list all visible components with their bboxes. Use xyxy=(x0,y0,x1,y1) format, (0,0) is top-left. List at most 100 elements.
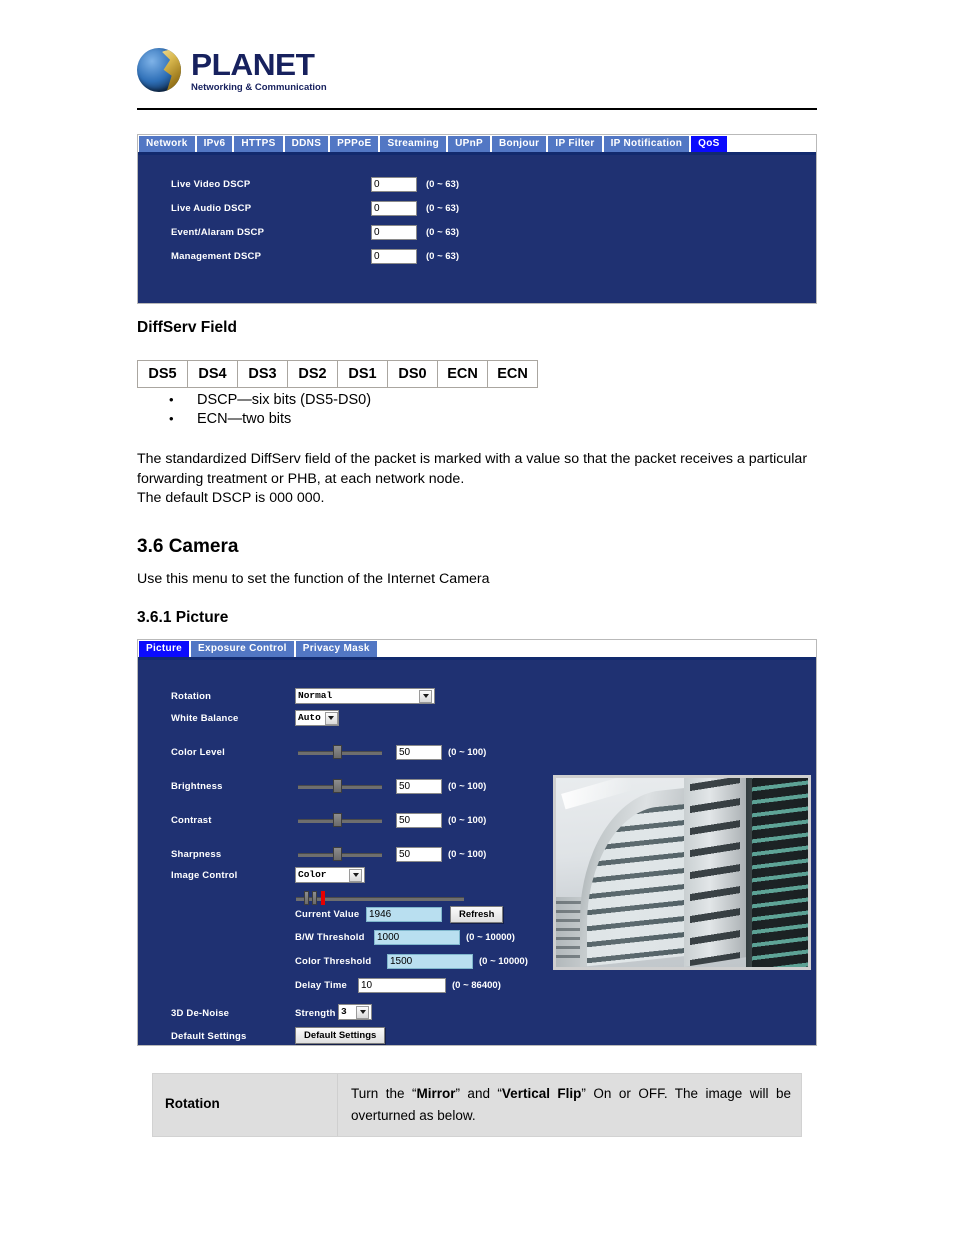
slider-knob[interactable] xyxy=(333,847,343,861)
current-value-marker[interactable] xyxy=(321,891,325,905)
color-threshold-label: Color Threshold xyxy=(295,956,372,967)
slider-range-hint-3: (0 ~ 100) xyxy=(448,849,487,860)
diffserv-paragraph: The standardized DiffServ field of the p… xyxy=(137,451,808,506)
tab-qos[interactable]: QoS xyxy=(691,136,727,152)
qos-dscp-input[interactable]: 0 xyxy=(371,201,417,216)
diffserv-cell: DS2 xyxy=(288,361,338,388)
tab-https[interactable]: HTTPS xyxy=(234,136,283,152)
qos-dscp-input[interactable]: 0 xyxy=(371,225,417,240)
image-control-select-value: Color xyxy=(298,869,327,880)
white-balance-select[interactable]: Auto xyxy=(295,710,339,726)
slider-value-input-0[interactable]: 50 xyxy=(396,745,442,760)
chevron-down-icon xyxy=(419,689,432,703)
header-divider xyxy=(137,108,817,110)
tabbar-filler xyxy=(728,136,816,152)
sky-streak xyxy=(561,778,633,810)
tab-upnp[interactable]: UPnP xyxy=(448,136,490,152)
tab-ipv6[interactable]: IPv6 xyxy=(196,136,233,152)
vertical-flip-term: Vertical Flip xyxy=(501,1086,582,1101)
slider-value-input-2[interactable]: 50 xyxy=(396,813,442,828)
tab-pppoe[interactable]: PPPoE xyxy=(330,136,379,152)
picture-subsection-heading: 3.6.1 Picture xyxy=(137,609,229,626)
image-control-select[interactable]: Color xyxy=(295,867,365,883)
delay-time-input[interactable]: 10 xyxy=(358,978,446,993)
qos-settings-panel: Network IPv6 HTTPS DDNS PPPoE Streaming UPnP Bo… xyxy=(137,134,817,304)
current-value-input[interactable]: 1946 xyxy=(366,907,442,922)
denoise-strength-select[interactable]: 3 xyxy=(338,1004,372,1020)
right-glass-tower xyxy=(746,778,808,967)
slider-value-input-3[interactable]: 50 xyxy=(396,847,442,862)
network-tab-bar: Network IPv6 HTTPS DDNS PPPoE Streaming UPnP Bo… xyxy=(138,135,816,155)
logo-text-block: PLANET Networking & Communication xyxy=(191,49,327,94)
refresh-button[interactable]: Refresh xyxy=(450,906,504,923)
rotation-row-label: Rotation xyxy=(153,1074,338,1136)
diffserv-cell: DS3 xyxy=(238,361,288,388)
qos-field-row: Management DSCP 0 (0 ~ 63) xyxy=(171,249,459,264)
tab-network[interactable]: Network xyxy=(139,136,195,152)
diffserv-cell: DS4 xyxy=(188,361,238,388)
tab-privacy-mask[interactable]: Privacy Mask xyxy=(295,641,377,657)
bw-threshold-label: B/W Threshold xyxy=(295,932,365,943)
chevron-down-icon xyxy=(349,868,362,882)
rotation-select[interactable]: Normal xyxy=(295,688,435,704)
qos-dscp-input[interactable]: 0 xyxy=(371,177,417,192)
brand-tagline: Networking & Communication xyxy=(191,82,327,93)
qos-range-hint: (0 ~ 63) xyxy=(426,203,460,214)
default-settings-label: Default Settings xyxy=(171,1031,247,1042)
tab-streaming[interactable]: Streaming xyxy=(380,136,447,152)
qos-field-row: Live Video DSCP 0 (0 ~ 63) xyxy=(171,177,459,192)
slider-value-input-1[interactable]: 50 xyxy=(396,779,442,794)
tab-ip-notification[interactable]: IP Notification xyxy=(603,136,690,152)
white-balance-select-value: Auto xyxy=(298,712,321,723)
camera-tab-bar: Picture Exposure Control Privacy Mask xyxy=(138,640,816,660)
tab-bonjour[interactable]: Bonjour xyxy=(491,136,547,152)
mirror-term: Mirror xyxy=(416,1086,456,1101)
slider-contrast[interactable] xyxy=(298,812,382,828)
tab-exposure-control[interactable]: Exposure Control xyxy=(191,641,294,657)
denoise-strength-select-value: 3 xyxy=(341,1006,347,1017)
delay-time-range: (0 ~ 86400) xyxy=(452,980,501,991)
default-settings-button[interactable]: Default Settings xyxy=(295,1027,386,1044)
denoise-label: 3D De-Noise xyxy=(171,1008,230,1019)
slider-label-3: Sharpness xyxy=(171,849,222,860)
chevron-down-icon xyxy=(324,711,338,725)
bw-threshold-input[interactable]: 1000 xyxy=(374,930,460,945)
document-header: PLANET Networking & Communication xyxy=(137,40,817,110)
color-threshold-range: (0 ~ 10000) xyxy=(479,956,528,967)
bw-threshold-marker[interactable] xyxy=(304,891,309,905)
tab-picture[interactable]: Picture xyxy=(139,641,190,657)
chevron-down-icon xyxy=(356,1005,369,1019)
rotation-label: Rotation xyxy=(171,691,212,702)
slider-range-hint-0: (0 ~ 100) xyxy=(448,747,487,758)
slider-knob[interactable] xyxy=(333,745,343,759)
preview-scene xyxy=(556,778,808,967)
slider-color-level[interactable] xyxy=(298,744,382,760)
qos-range-hint: (0 ~ 63) xyxy=(426,227,460,238)
diffserv-bullet-item: ECN—two bits xyxy=(163,409,371,429)
diffserv-field-table: DS5 DS4 DS3 DS2 DS1 DS0 ECN ECN xyxy=(137,360,538,388)
delay-time-label: Delay Time xyxy=(295,980,347,991)
rotation-row-description: Turn the “Mirror” and “Vertical Flip” On… xyxy=(338,1074,801,1136)
slider-knob[interactable] xyxy=(333,779,343,793)
qos-dscp-input[interactable]: 0 xyxy=(371,249,417,264)
tab-ip-filter[interactable]: IP Filter xyxy=(548,136,602,152)
center-concrete-building xyxy=(684,778,748,967)
color-threshold-marker[interactable] xyxy=(312,891,317,905)
diffserv-cell: ECN xyxy=(488,361,538,388)
rotation-description-table: Rotation Turn the “Mirror” and “Vertical… xyxy=(152,1073,802,1137)
tab-ddns[interactable]: DDNS xyxy=(284,136,329,152)
camera-section-heading: 3.6 Camera xyxy=(137,536,239,557)
tabbar-filler xyxy=(378,641,816,657)
qos-field-label: Live Video DSCP xyxy=(171,179,251,190)
diffserv-cell: DS5 xyxy=(138,361,188,388)
denoise-strength-label: Strength xyxy=(295,1008,336,1019)
color-threshold-input[interactable]: 1500 xyxy=(387,954,473,969)
threshold-slider[interactable] xyxy=(296,890,464,906)
diffserv-bullet-list: DSCP—six bits (DS5-DS0)ECN—two bits xyxy=(163,390,371,429)
slider-knob[interactable] xyxy=(333,813,343,827)
qos-range-hint: (0 ~ 63) xyxy=(426,179,460,190)
slider-range-hint-1: (0 ~ 100) xyxy=(448,781,487,792)
slider-sharpness[interactable] xyxy=(298,846,382,862)
picture-settings-panel: Picture Exposure Control Privacy Mask Rota… xyxy=(137,639,817,1046)
slider-brightness[interactable] xyxy=(298,778,382,794)
